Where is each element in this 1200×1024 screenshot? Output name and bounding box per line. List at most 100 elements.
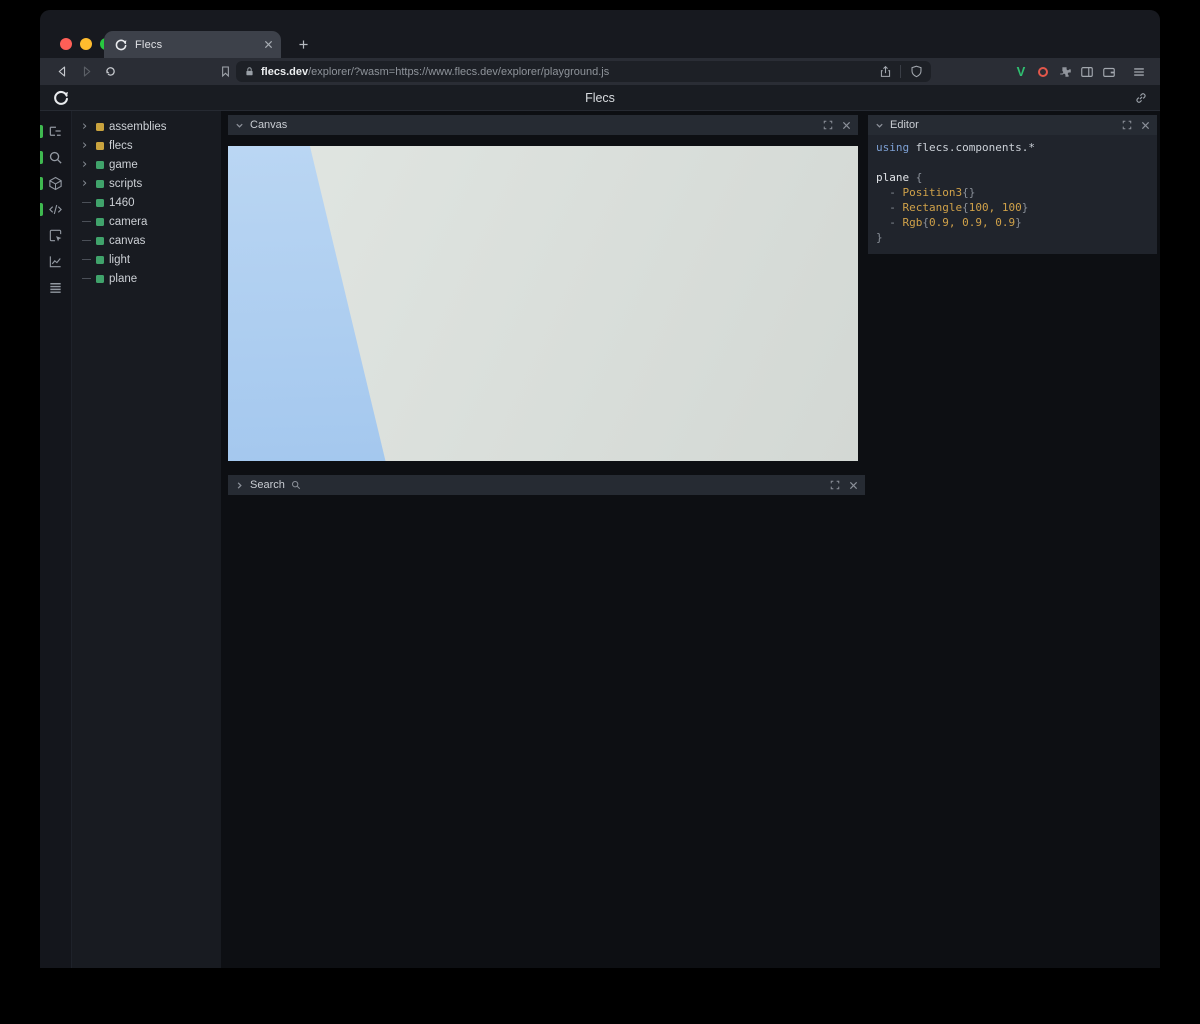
close-icon[interactable] [842,121,851,130]
browser-tab-strip: Flecs [40,10,1160,58]
new-tab-button[interactable] [292,33,314,55]
tree-item-label: canvas [109,235,145,247]
close-icon[interactable] [1141,121,1150,130]
url-text: flecs.dev/explorer/?wasm=https://www.fle… [261,66,868,78]
tree-item-label: assemblies [109,121,167,133]
expand-chevron-icon[interactable]: › [82,158,91,171]
components-icon[interactable] [40,176,71,191]
entity-color-square [96,218,104,226]
window-minimize-button[interactable] [80,38,92,50]
tree-connector [82,278,91,279]
inspector-icon[interactable] [40,228,71,243]
tree-item-label: scripts [109,178,142,190]
canvas-panel-header: Canvas [228,115,858,135]
tables-icon[interactable] [40,280,71,295]
browser-toolbar: flecs.dev/explorer/?wasm=https://www.fle… [40,58,1160,85]
code-line [876,155,1149,170]
tree-item-assemblies[interactable]: › assemblies [72,117,221,136]
canvas-sky [228,146,858,461]
back-button[interactable] [50,60,74,84]
tree-item-game[interactable]: › game [72,155,221,174]
entity-color-square [96,142,104,150]
expand-chevron-icon[interactable]: › [82,139,91,152]
entity-tree-icon[interactable] [40,124,71,139]
tab-title: Flecs [135,39,257,51]
editor-panel: Editor using flecs.components.* plane { … [868,115,1157,254]
main-area: Canvas [221,111,1160,968]
tree-connector [82,240,91,241]
extension-v-icon[interactable]: V [1010,64,1032,79]
active-indicator [40,151,43,164]
chevron-down-icon[interactable] [875,121,884,130]
script-editor-icon[interactable] [40,202,71,217]
flecs-logo-icon[interactable] [52,89,70,107]
bookmark-icon[interactable] [214,61,236,83]
query-search-icon[interactable] [40,150,71,165]
reload-button[interactable] [98,60,122,84]
share-icon[interactable] [874,61,896,83]
canvas-viewport[interactable] [228,146,858,461]
tree-connector [82,221,91,222]
code-line: plane { [876,170,1149,185]
code-line: - Rectangle{100, 100} [876,200,1149,215]
tree-item-canvas[interactable]: canvas [72,231,221,250]
window-close-button[interactable] [60,38,72,50]
entity-color-square [96,161,104,169]
tree-item-1460[interactable]: 1460 [72,193,221,212]
brave-shields-icon[interactable] [905,61,927,83]
tree-item-label: camera [109,216,147,228]
editor-code[interactable]: using flecs.components.* plane { - Posit… [868,135,1157,254]
forward-button[interactable] [74,60,98,84]
active-indicator [40,177,43,190]
address-bar[interactable]: flecs.dev/explorer/?wasm=https://www.fle… [236,61,931,82]
tree-item-light[interactable]: light [72,250,221,269]
expand-chevron-icon[interactable]: › [82,177,91,190]
browser-window: Flecs flecs.dev/explorer/?wasm=https:/ [40,10,1160,968]
active-indicator [40,203,43,216]
search-icon [291,480,301,490]
tree-item-plane[interactable]: plane [72,269,221,288]
app-header: Flecs [40,85,1160,111]
entity-color-square [96,199,104,207]
expand-icon[interactable] [1122,120,1132,130]
share-link-icon[interactable] [1134,91,1148,105]
tree-connector [82,202,91,203]
wallet-icon[interactable] [1098,61,1120,83]
code-line: - Rgb{0.9, 0.9, 0.9} [876,215,1149,230]
tree-item-scripts[interactable]: › scripts [72,174,221,193]
chevron-down-icon[interactable] [235,121,244,130]
extension-ring-icon[interactable] [1032,67,1054,77]
url-path: /explorer/?wasm=https://www.flecs.dev/ex… [308,66,609,78]
tab-close-icon[interactable] [264,40,273,49]
tree-item-label: game [109,159,138,171]
expand-icon[interactable] [830,480,840,490]
tree-item-label: 1460 [109,197,135,209]
search-panel-title: Search [250,479,285,491]
app-content: ›assemblies›flecs›game›scripts1460camera… [40,111,1160,968]
flecs-favicon-icon [114,38,128,52]
entity-color-square [96,123,104,131]
menu-icon[interactable] [1128,61,1150,83]
expand-icon[interactable] [823,120,833,130]
lock-icon[interactable] [244,66,255,77]
page-title: Flecs [585,91,615,105]
chevron-right-icon[interactable] [235,481,244,490]
tree-item-camera[interactable]: camera [72,212,221,231]
url-actions [874,61,927,83]
expand-chevron-icon[interactable]: › [82,120,91,133]
active-indicator [40,125,43,138]
tree-item-label: light [109,254,130,266]
editor-panel-title: Editor [890,119,919,131]
code-line: using flecs.components.* [876,140,1149,155]
tree-connector [82,259,91,260]
search-panel: Search [228,475,865,495]
close-icon[interactable] [849,481,858,490]
tree-item-flecs[interactable]: ›flecs [72,136,221,155]
browser-tab[interactable]: Flecs [104,31,281,58]
editor-panel-header: Editor [868,115,1157,135]
url-domain: flecs.dev [261,66,308,78]
extensions-puzzle-icon[interactable] [1054,61,1076,83]
entity-color-square [96,237,104,245]
statistics-icon[interactable] [40,254,71,269]
sidebar-toggle-icon[interactable] [1076,61,1098,83]
